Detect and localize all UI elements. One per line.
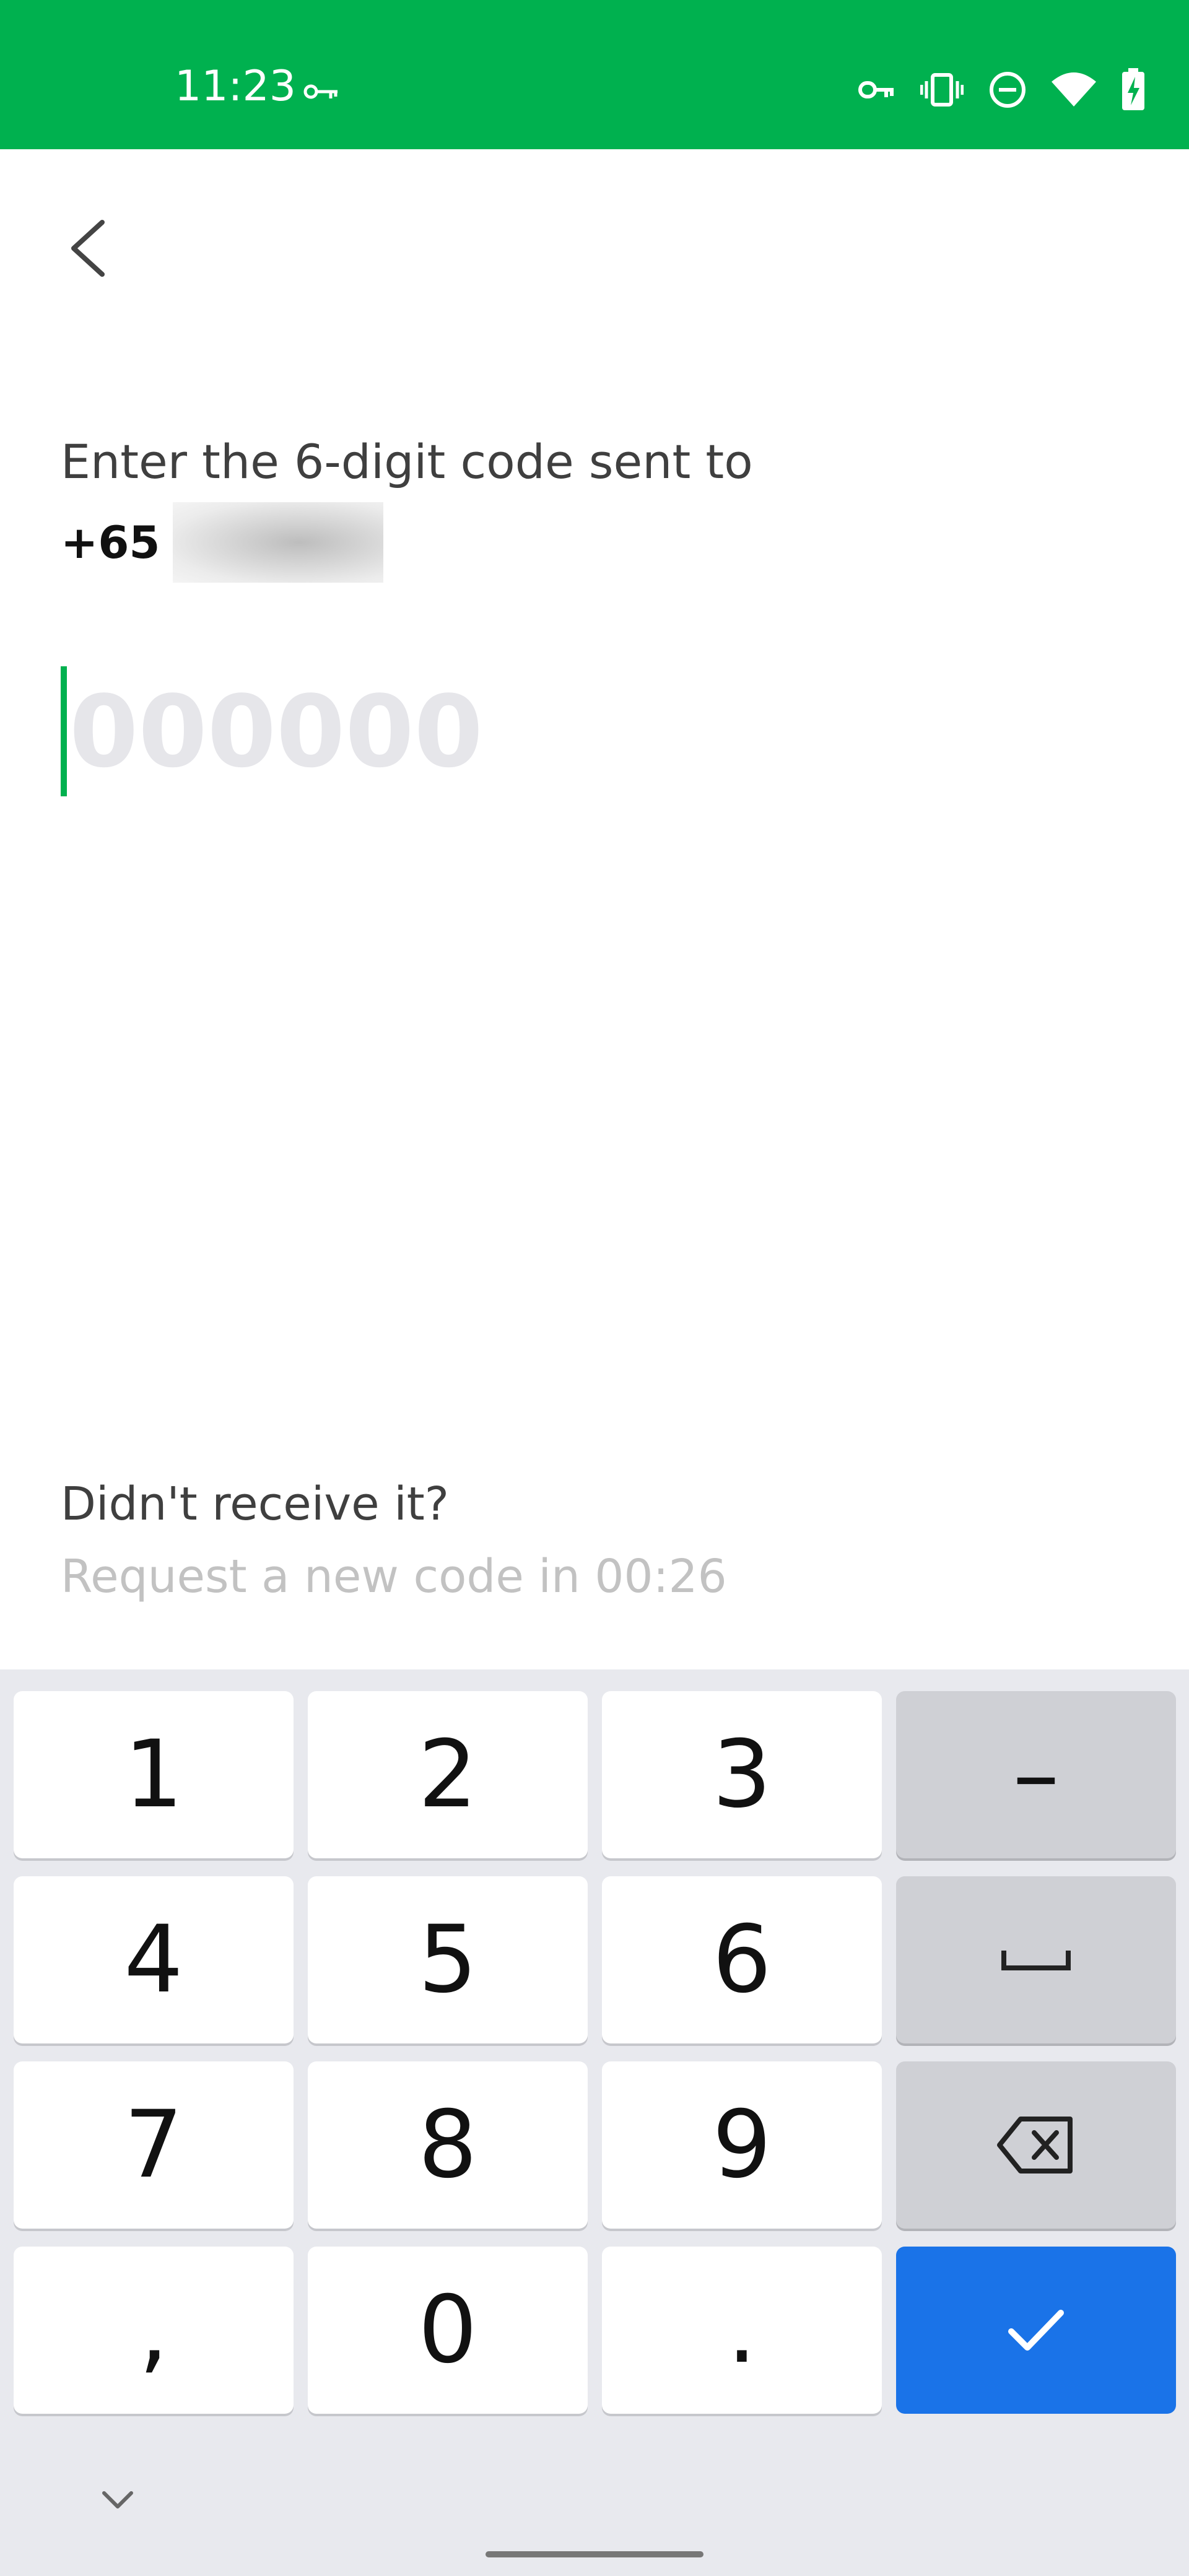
key-icon: [303, 79, 341, 104]
key-5[interactable]: 5: [308, 1876, 588, 2043]
key-8[interactable]: 8: [308, 2061, 588, 2229]
do-not-disturb-icon: [988, 71, 1027, 109]
key-backspace[interactable]: [896, 2061, 1176, 2229]
not-received-label: Didn't receive it?: [61, 1477, 450, 1531]
chevron-left-icon: [71, 220, 105, 277]
chevron-down-icon: [102, 2491, 133, 2509]
key-0[interactable]: 0: [308, 2247, 588, 2414]
phone-number-redacted: [172, 502, 383, 583]
phone-number: +65: [61, 502, 383, 583]
key-2[interactable]: 2: [308, 1691, 588, 1858]
space-icon: [1001, 1951, 1071, 1970]
code-field[interactable]: [61, 666, 618, 796]
numeric-keyboard: 1 2 3 – 4 5 6 7 8 9 , 0 .: [0, 1669, 1189, 2576]
key-comma[interactable]: ,: [14, 2247, 294, 2414]
key-1[interactable]: 1: [14, 1691, 294, 1858]
status-time: 11:23: [175, 62, 296, 111]
gesture-nav-handle[interactable]: [486, 2551, 703, 2557]
phone-prefix: +65: [61, 516, 160, 568]
key-9[interactable]: 9: [602, 2061, 882, 2229]
status-icons: [858, 68, 1146, 111]
key-3[interactable]: 3: [602, 1691, 882, 1858]
key-enter[interactable]: [896, 2247, 1176, 2414]
keyboard-collapse-button[interactable]: [93, 2481, 142, 2518]
key-6[interactable]: 6: [602, 1876, 882, 2043]
code-input[interactable]: [69, 673, 503, 790]
resend-countdown: Request a new code in 00:26: [61, 1550, 727, 1603]
key-space[interactable]: [896, 1876, 1176, 2043]
vpn-key-icon: [858, 77, 895, 102]
vibrate-icon: [920, 72, 964, 107]
key-dash[interactable]: –: [896, 1691, 1176, 1858]
back-button[interactable]: [59, 208, 115, 289]
key-7[interactable]: 7: [14, 2061, 294, 2229]
status-bar: 11:23: [0, 0, 1189, 149]
backspace-icon: [997, 2117, 1073, 2174]
otp-screen: Enter the 6-digit code sent to +65 Didn'…: [0, 149, 1189, 1669]
code-prompt: Enter the 6-digit code sent to: [61, 434, 753, 489]
key-4[interactable]: 4: [14, 1876, 294, 2043]
wifi-icon: [1052, 72, 1096, 108]
key-period[interactable]: .: [602, 2247, 882, 2414]
battery-charging-icon: [1121, 68, 1146, 111]
text-cursor: [61, 666, 67, 796]
checkmark-icon: [1008, 2310, 1064, 2351]
